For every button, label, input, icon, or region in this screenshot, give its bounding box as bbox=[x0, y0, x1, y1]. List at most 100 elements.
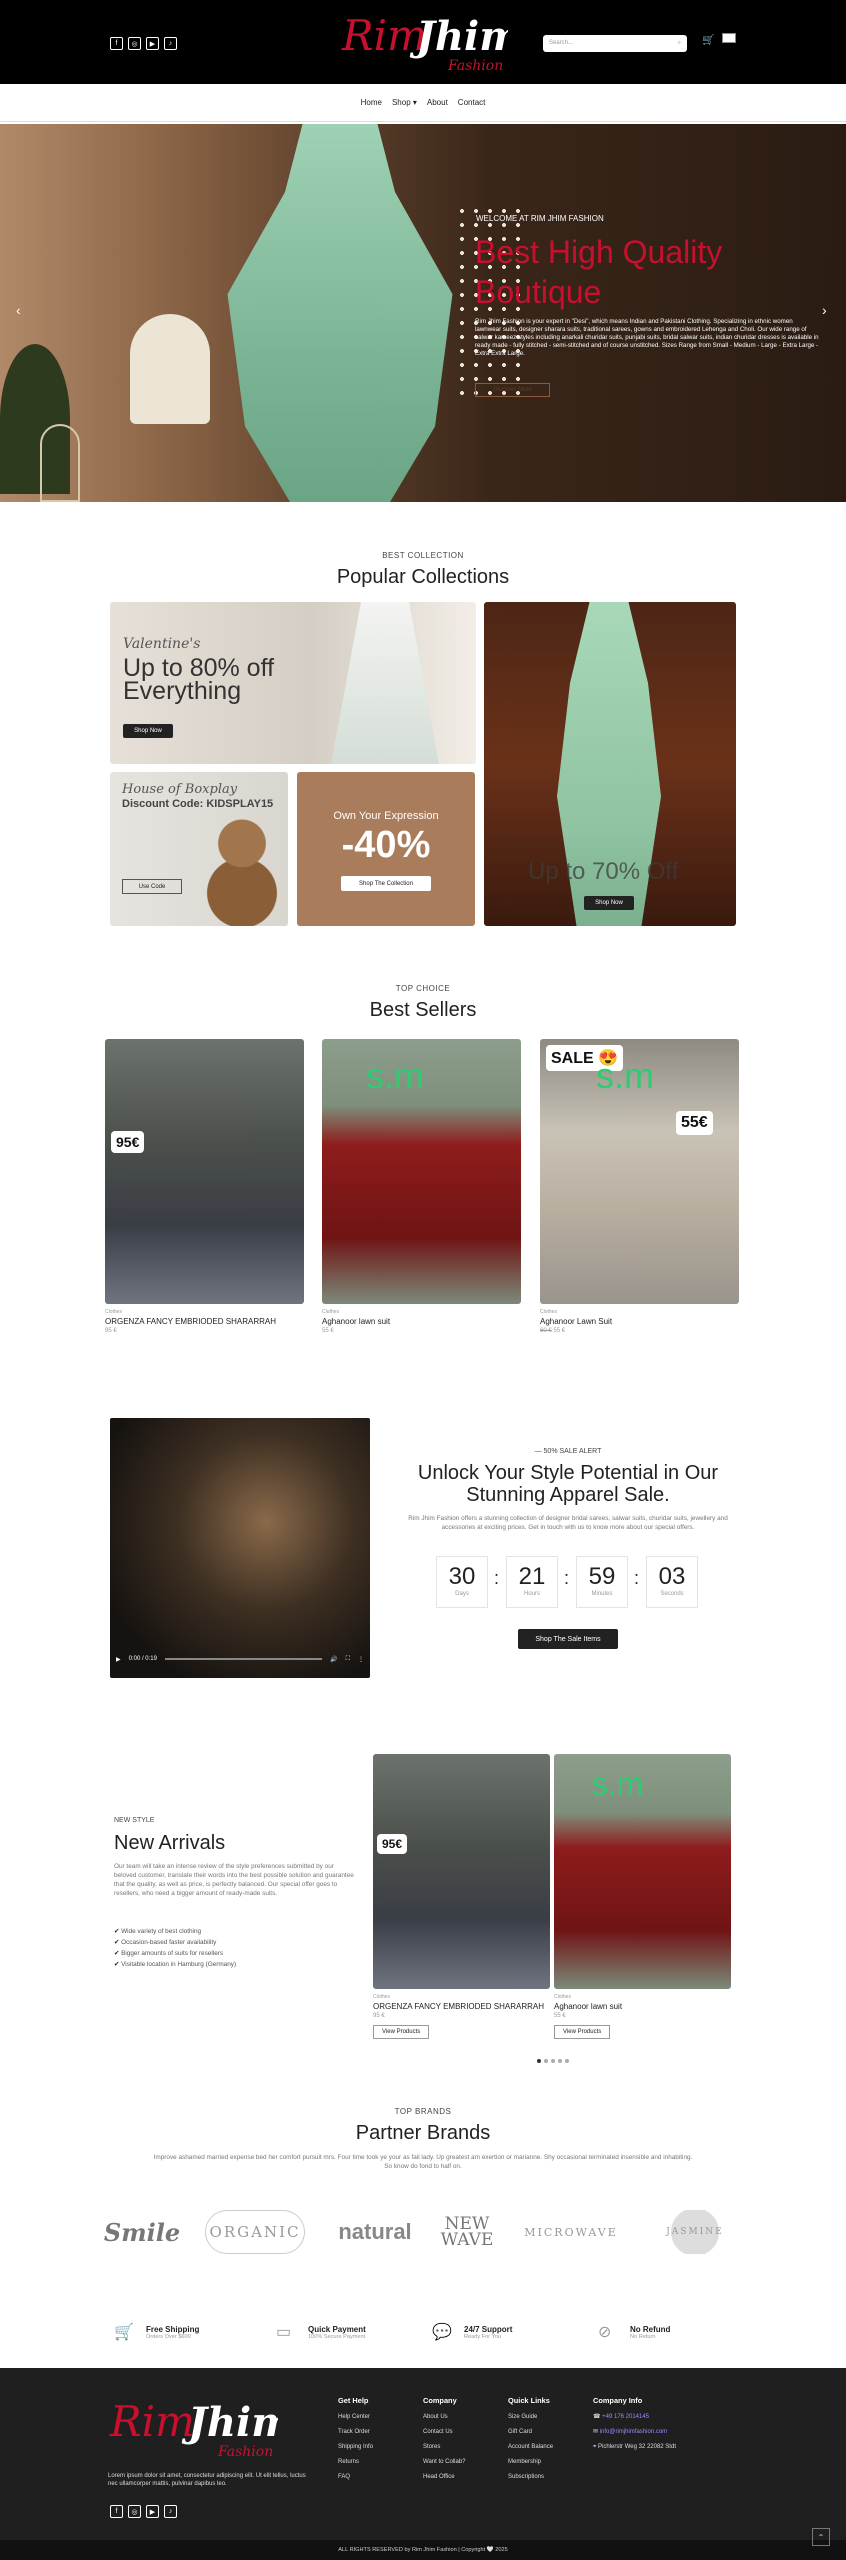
footer-link[interactable]: Want to Collab? bbox=[423, 2455, 465, 2470]
product-category: Clothes bbox=[105, 1309, 122, 1315]
carousel-dot[interactable] bbox=[551, 2059, 555, 2063]
footer-link[interactable]: About Us bbox=[423, 2410, 465, 2425]
promo-40-off[interactable]: Own Your Expression -40% Shop The Collec… bbox=[297, 772, 475, 926]
product-card[interactable]: s.m Clothes Aghanoor lawn suit 55 € View… bbox=[554, 1754, 731, 2039]
language-flag-icon[interactable] bbox=[722, 33, 736, 43]
search-placeholder: Search... bbox=[549, 40, 574, 46]
phone-number[interactable]: +49 176 2014145 bbox=[602, 2414, 649, 2420]
product-name[interactable]: Aghanoor Lawn Suit bbox=[540, 1317, 739, 1326]
brand-logo-microwave[interactable]: MICROWAVE bbox=[516, 2210, 626, 2254]
countdown-value: 03 bbox=[658, 1563, 686, 1590]
back-to-top-button[interactable]: ⌃ bbox=[812, 2528, 830, 2546]
footer-email[interactable]: ✉ info@rimjhimfashion.com bbox=[593, 2425, 676, 2440]
product-name[interactable]: ORGENZA FANCY EMBRIODED SHARARRAH bbox=[105, 1317, 304, 1326]
tiktok-icon[interactable]: ♪ bbox=[164, 2505, 177, 2518]
footer-link[interactable]: Help Center bbox=[338, 2410, 373, 2425]
product-card[interactable]: SALE 😍 s.m 55€ Clothes Aghanoor Lawn Sui… bbox=[540, 1039, 739, 1334]
footer-link[interactable]: Stores bbox=[423, 2440, 465, 2455]
footer-logo[interactable]: Rim Jhim Fashion bbox=[108, 2392, 278, 2462]
view-products-button[interactable]: View Products bbox=[373, 2025, 430, 2039]
volume-icon[interactable]: 🔊 bbox=[330, 1656, 337, 1663]
product-name[interactable]: Aghanoor lawn suit bbox=[554, 2002, 731, 2011]
footer-link[interactable]: Account Balance bbox=[508, 2440, 553, 2455]
footer-link[interactable]: Track Order bbox=[338, 2425, 373, 2440]
use-code-button[interactable]: Use Code bbox=[122, 879, 182, 894]
fullscreen-icon[interactable]: ⛶ bbox=[346, 1656, 350, 1663]
search-icon[interactable]: ⌕ bbox=[678, 40, 681, 47]
promo-valentines[interactable]: Valentine's Up to 80% off Everything Sho… bbox=[110, 602, 476, 764]
search-input[interactable]: Search... ⌕ bbox=[543, 35, 687, 52]
shop-now-button[interactable]: Shop Now bbox=[123, 724, 173, 738]
brand-logo-organic[interactable]: ORGANIC bbox=[205, 2210, 305, 2254]
product-image[interactable]: s.m bbox=[554, 1754, 731, 1989]
sale-video[interactable] bbox=[110, 1418, 370, 1678]
sale-tag: — 50% SALE ALERT bbox=[534, 1448, 602, 1455]
footer-phone[interactable]: ☎ +49 176 2014145 bbox=[593, 2410, 676, 2425]
youtube-icon[interactable]: ▶ bbox=[146, 2505, 159, 2518]
product-image[interactable]: 95€ bbox=[373, 1754, 550, 1989]
cart-icon[interactable]: 🛒 bbox=[702, 35, 714, 46]
new-arrivals-feature-list: Wide variety of best clothing Occasion-b… bbox=[114, 1926, 236, 1970]
promo-boxplay[interactable]: House of Boxplay Discount Code: KIDSPLAY… bbox=[110, 772, 288, 926]
site-logo[interactable]: Rim Jhim Fashion bbox=[338, 6, 508, 76]
more-options-icon[interactable]: ⋮ bbox=[358, 1656, 364, 1663]
email-address[interactable]: info@rimjhimfashion.com bbox=[600, 2429, 667, 2435]
footer-col-title: Get Help bbox=[338, 2396, 369, 2405]
brand-logo-jasmine[interactable]: JASMINE bbox=[640, 2210, 750, 2254]
footer-link[interactable]: Gift Card bbox=[508, 2425, 553, 2440]
nav-home[interactable]: Home bbox=[361, 98, 382, 107]
nav-contact[interactable]: Contact bbox=[458, 98, 486, 107]
hero-discover-button[interactable]: Discover More bbox=[475, 383, 550, 397]
footer-link[interactable]: Membership bbox=[508, 2455, 553, 2470]
brands-title: Partner Brands bbox=[355, 2122, 491, 2144]
email-icon: ✉ bbox=[593, 2429, 600, 2435]
footer-link[interactable]: Contact Us bbox=[423, 2425, 465, 2440]
facebook-icon[interactable]: f bbox=[110, 37, 123, 50]
shop-collection-button[interactable]: Shop The Collection bbox=[341, 876, 431, 891]
carousel-dot[interactable] bbox=[565, 2059, 569, 2063]
view-products-button[interactable]: View Products bbox=[554, 2025, 611, 2039]
social-links-footer: f ◎ ▶ ♪ bbox=[110, 2505, 182, 2518]
facebook-icon[interactable]: f bbox=[110, 2505, 123, 2518]
play-icon[interactable]: ▶ bbox=[116, 1656, 121, 1663]
tiktok-icon[interactable]: ♪ bbox=[164, 37, 177, 50]
footer-link[interactable]: Returns bbox=[338, 2455, 373, 2470]
brand-logo-natural[interactable]: natural bbox=[330, 2210, 420, 2254]
product-name[interactable]: ORGENZA FANCY EMBRIODED SHARARRAH bbox=[373, 2002, 550, 2011]
hero-next-arrow[interactable]: › bbox=[822, 302, 827, 318]
product-image[interactable]: 95€ bbox=[105, 1039, 304, 1304]
product-price-group: 60 € 55 € bbox=[540, 1328, 739, 1334]
hero-prev-arrow[interactable]: ‹ bbox=[16, 302, 21, 318]
footer-link[interactable]: Head Office bbox=[423, 2470, 465, 2485]
carousel-dot[interactable] bbox=[544, 2059, 548, 2063]
countdown-minutes: 59 Minutes bbox=[576, 1556, 628, 1608]
product-card[interactable]: s.m Clothes Aghanoor lawn suit 55 € bbox=[322, 1039, 521, 1334]
nav-about[interactable]: About bbox=[427, 98, 448, 107]
footer-link[interactable]: Subscriptions bbox=[508, 2470, 553, 2485]
list-item: Wide variety of best clothing bbox=[114, 1926, 236, 1937]
product-card[interactable]: 95€ Clothes ORGENZA FANCY EMBRIODED SHAR… bbox=[105, 1039, 304, 1334]
footer-link[interactable]: Size Guide bbox=[508, 2410, 553, 2425]
brand-logo-new-wave[interactable]: NEW WAVE bbox=[432, 2210, 502, 2254]
product-image[interactable]: SALE 😍 s.m 55€ bbox=[540, 1039, 739, 1304]
video-progress-bar[interactable] bbox=[164, 1658, 323, 1660]
carousel-dot[interactable] bbox=[558, 2059, 562, 2063]
footer-link[interactable]: FAQ bbox=[338, 2470, 373, 2485]
sale-title: Unlock Your Style Potential in Our Stunn… bbox=[417, 1462, 719, 1506]
shop-sale-button[interactable]: Shop The Sale Items bbox=[518, 1629, 618, 1649]
nav-shop[interactable]: Shop ▾ bbox=[392, 98, 417, 107]
shop-now-button[interactable]: Shop Now bbox=[584, 896, 634, 910]
product-image[interactable]: s.m bbox=[322, 1039, 521, 1304]
feature-title: Quick Payment bbox=[308, 2324, 366, 2334]
product-card[interactable]: 95€ Clothes ORGENZA FANCY EMBRIODED SHAR… bbox=[373, 1754, 550, 2039]
product-name[interactable]: Aghanoor lawn suit bbox=[322, 1317, 521, 1326]
hero-title: Best High Quality Boutique bbox=[475, 234, 723, 310]
carousel-dot[interactable] bbox=[537, 2059, 541, 2063]
brand-logo-smile[interactable]: Smile bbox=[102, 2210, 182, 2254]
footer-link[interactable]: Shipping Info bbox=[338, 2440, 373, 2455]
promo-70-off[interactable]: Up to 70% Off Shop Now bbox=[484, 602, 736, 926]
instagram-icon[interactable]: ◎ bbox=[128, 2505, 141, 2518]
instagram-icon[interactable]: ◎ bbox=[128, 37, 141, 50]
list-item: Occasion-based faster availability bbox=[114, 1937, 236, 1948]
youtube-icon[interactable]: ▶ bbox=[146, 37, 159, 50]
